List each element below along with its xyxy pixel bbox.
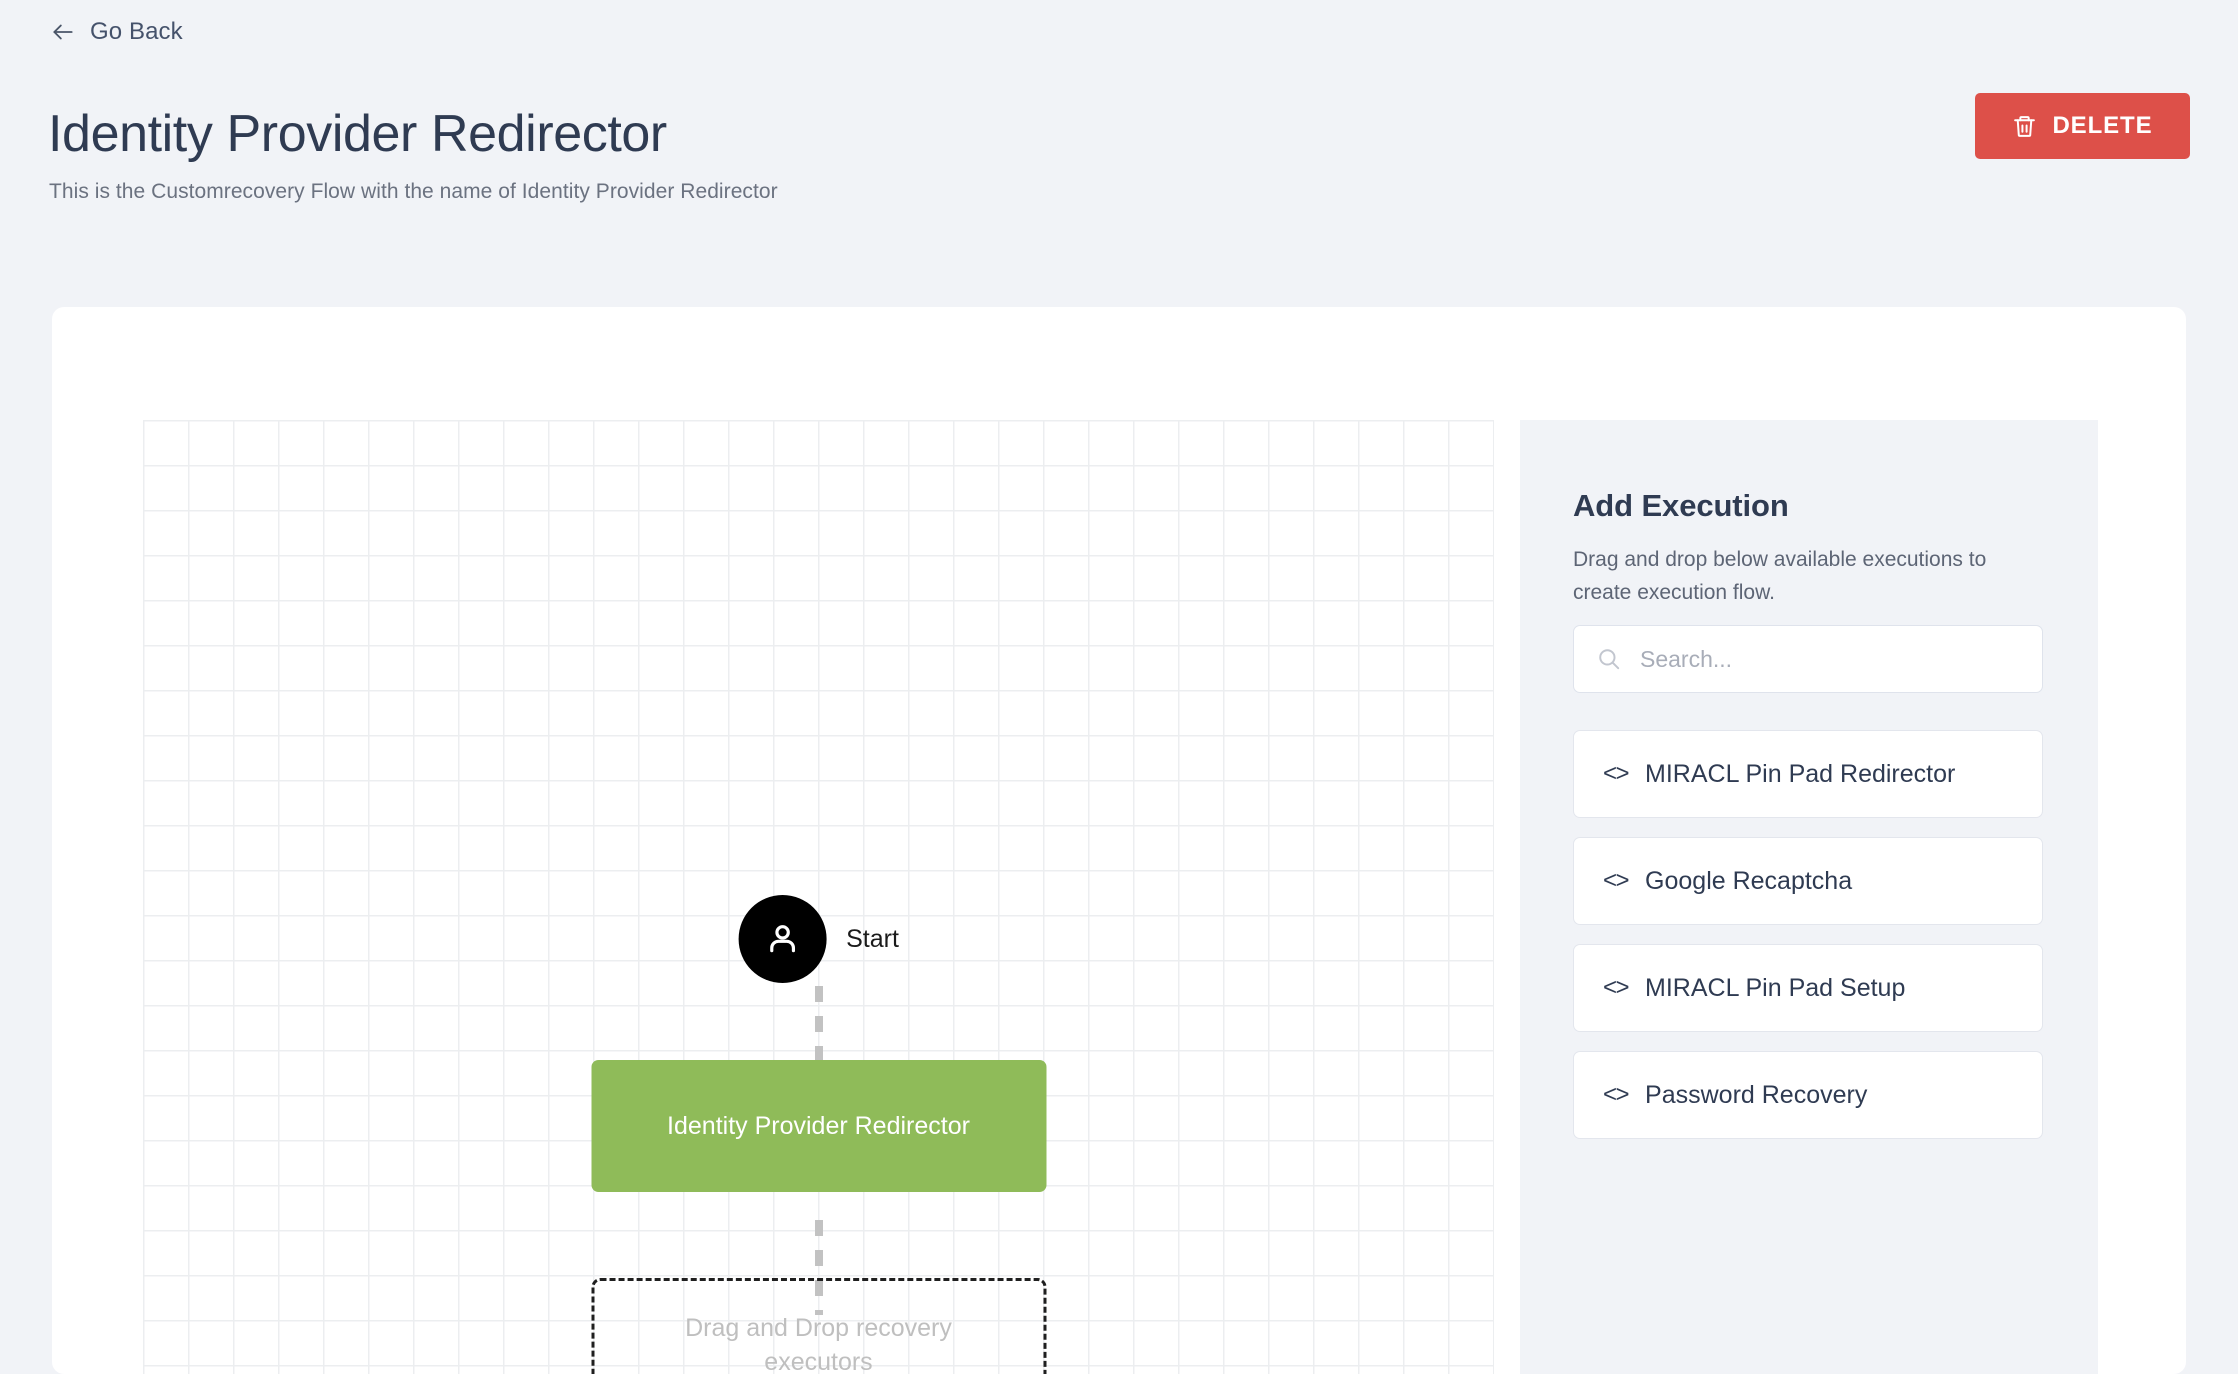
- arrow-left-icon: [50, 19, 76, 45]
- code-icon: <>: [1603, 1081, 1630, 1108]
- search-icon: [1596, 646, 1622, 672]
- execution-list-item[interactable]: <> Password Recovery: [1573, 1051, 2043, 1139]
- execution-list: <> MIRACL Pin Pad Redirector <> Google R…: [1573, 730, 2043, 1139]
- execution-item-label: Google Recaptcha: [1645, 866, 1853, 895]
- execution-item-label: MIRACL Pin Pad Redirector: [1645, 759, 1956, 788]
- execution-node-label: Identity Provider Redirector: [667, 1111, 970, 1140]
- execution-item-label: MIRACL Pin Pad Setup: [1645, 973, 1906, 1002]
- page-title: Identity Provider Redirector: [48, 105, 667, 163]
- search-input[interactable]: [1640, 645, 2020, 673]
- page-header: Go Back Identity Provider Redirector Thi…: [0, 0, 2238, 300]
- add-execution-title: Add Execution: [1573, 488, 1789, 523]
- flow-drop-zone[interactable]: Drag and Drop recovery executors: [591, 1278, 1046, 1374]
- flow-canvas[interactable]: Start Identity Provider Redirector Drag …: [143, 420, 1494, 1374]
- add-execution-description: Drag and drop below available executions…: [1573, 548, 1987, 604]
- delete-button[interactable]: DELETE: [1975, 93, 2190, 159]
- execution-item-label: Password Recovery: [1645, 1080, 1868, 1109]
- page-subtitle: This is the Customrecovery Flow with the…: [49, 180, 778, 203]
- start-node-label: Start: [846, 924, 899, 953]
- add-execution-panel: Add Execution Drag and drop below availa…: [1520, 420, 2098, 1374]
- code-icon: <>: [1603, 867, 1630, 894]
- delete-button-label: DELETE: [2052, 112, 2153, 139]
- code-icon: <>: [1603, 974, 1630, 1001]
- trash-icon: [2012, 114, 2037, 139]
- flow-node-execution[interactable]: Identity Provider Redirector: [591, 1060, 1046, 1192]
- flow-node-start[interactable]: Start: [738, 895, 899, 983]
- user-icon: [762, 919, 802, 959]
- go-back-button[interactable]: Go Back: [50, 18, 183, 46]
- execution-list-item[interactable]: <> MIRACL Pin Pad Setup: [1573, 944, 2043, 1032]
- code-icon: <>: [1603, 760, 1630, 787]
- search-box[interactable]: [1573, 625, 2043, 693]
- drop-zone-placeholder: Drag and Drop recovery executors: [685, 1313, 952, 1374]
- execution-list-item[interactable]: <> MIRACL Pin Pad Redirector: [1573, 730, 2043, 818]
- go-back-label: Go Back: [90, 18, 183, 45]
- start-node-circle[interactable]: [738, 895, 827, 983]
- execution-list-item[interactable]: <> Google Recaptcha: [1573, 837, 2043, 925]
- flow-builder-card: Start Identity Provider Redirector Drag …: [52, 307, 2186, 1374]
